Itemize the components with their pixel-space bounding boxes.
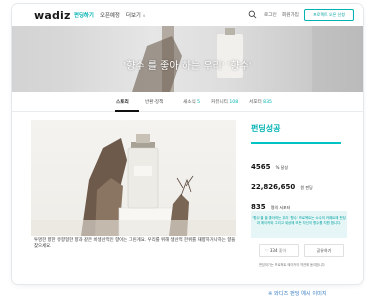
browser-frame: wadiz 펀딩하기 오픈예정 더보기 ∨ 로그인 회원가입 프로젝트 오픈 신… — [12, 4, 363, 284]
funding-progress-bar — [251, 142, 341, 144]
tab-policy[interactable]: 반환·정책 — [145, 99, 163, 105]
search-icon[interactable] — [248, 10, 257, 19]
tab-story[interactable]: 스토리 — [116, 99, 129, 105]
amount-stat: 22,826,650 원 펀딩 — [251, 174, 313, 193]
tab-policy-label: 반환·정책 — [145, 100, 164, 105]
product-description: 투명한 향한 유향형한 향과 같은 비생산적인 향이는 그린게요. 우리를 위해… — [34, 238, 236, 249]
tab-story-label: 스토리 — [116, 100, 129, 105]
tab-community-count: 108 — [229, 100, 239, 105]
funding-footnote: 펀딩하기는 프로젝트 메이커의 약관에 동의합니다 — [259, 263, 325, 267]
funding-status-title: 펀딩성공 — [251, 124, 281, 133]
amount-value: 22,826,650 — [251, 183, 296, 191]
active-tab-underline — [115, 110, 139, 112]
tab-news-label: 새소식 — [183, 100, 196, 105]
supporters-unit: 명의 서포터 — [270, 205, 291, 210]
like-button[interactable]: ♡ 334 좋아 — [259, 244, 299, 257]
percent-stat: 4565 % 달성 — [251, 154, 288, 173]
project-banner: '향수 를 좋아 하는 우리' '향수' — [12, 26, 363, 92]
perfume-photo — [31, 134, 236, 236]
product-image — [31, 120, 236, 236]
amount-unit: 원 펀딩 — [300, 185, 313, 190]
nav-more-label: 더보기 — [126, 13, 141, 19]
example-caption: ※ 와디즈 펀딩 예시 이미지 — [268, 291, 327, 297]
share-button[interactable]: 공유하기 — [304, 244, 344, 257]
nav-more[interactable]: 더보기 ∨ — [126, 11, 146, 19]
login-link[interactable]: 로그인 — [264, 12, 277, 18]
nav-upcoming[interactable]: 오픈예정 — [100, 11, 120, 19]
tab-community-label: 커뮤니티 — [211, 100, 228, 105]
supporters-value: 835 — [251, 203, 266, 211]
tab-community[interactable]: 커뮤니티 108 — [211, 99, 238, 105]
percent-unit: % 달성 — [275, 165, 289, 170]
heart-icon: ♡ — [265, 248, 269, 253]
tab-news-count: 5 — [197, 100, 201, 105]
open-project-button[interactable]: 프로젝트 오픈 신청 — [304, 9, 354, 21]
tab-supporters-count: 835 — [263, 100, 272, 105]
tab-supporters-label: 서포터 — [249, 100, 262, 105]
tab-news[interactable]: 새소식 5 — [183, 99, 200, 105]
percent-value: 4565 — [251, 163, 271, 171]
signup-link[interactable]: 회원가입 — [282, 12, 299, 18]
tab-supporters[interactable]: 서포터 835 — [249, 99, 272, 105]
banner-title: '향수 를 좋아 하는 우리' '향수' — [123, 61, 252, 72]
project-tabs: 스토리 반환·정책 새소식 5 커뮤니티 108 서포터 835 — [12, 92, 363, 112]
top-header: wadiz 펀딩하기 오픈예정 더보기 ∨ 로그인 회원가입 프로젝트 오픈 신… — [12, 4, 363, 26]
chevron-down-icon: ∨ — [142, 13, 146, 18]
wadiz-logo[interactable]: wadiz — [34, 9, 71, 22]
like-count: 334 — [269, 248, 278, 253]
like-label: 좋아 — [278, 248, 287, 253]
nav-funding[interactable]: 펀딩하기 — [74, 11, 94, 19]
funding-notice: '향수'을 을 좋아하는 우리 '향수' 프로젝트는 소수의 카페트에 펀딩과 … — [251, 211, 347, 238]
